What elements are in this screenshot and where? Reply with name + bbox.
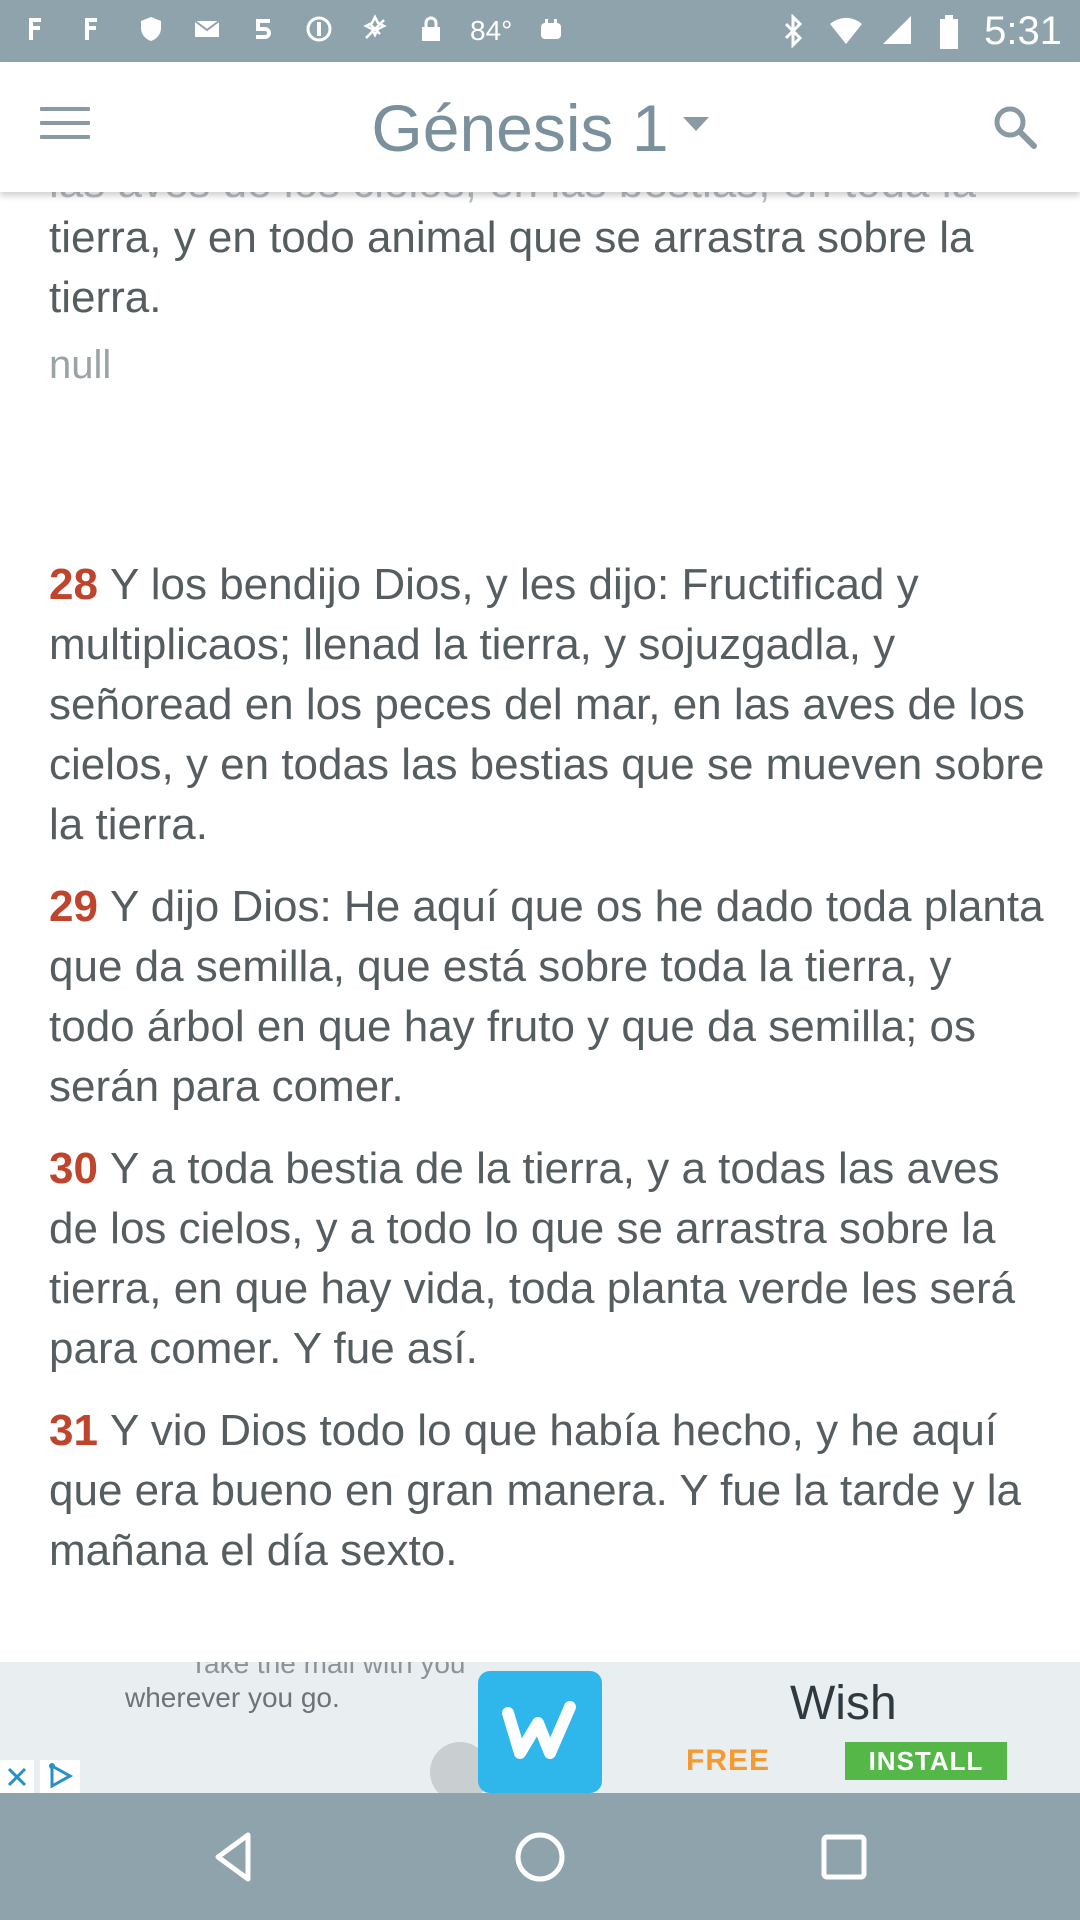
app-5-icon (246, 14, 280, 48)
status-time: 5:31 (984, 8, 1062, 53)
ad-close-button[interactable] (0, 1760, 34, 1793)
ad-caption-top: Take the mall with you (190, 1662, 466, 1679)
reader-content[interactable]: las aves de los cielos, en las bestias, … (0, 160, 1080, 1662)
wifi-icon (828, 14, 863, 48)
photos-icon (78, 14, 112, 48)
lock-icon (414, 14, 448, 48)
photos-icon (22, 14, 56, 48)
shield-icon (134, 14, 168, 48)
page-title: Génesis 1 (371, 91, 669, 165)
verse-text: Y a toda bestia de la tierra, y a todas … (49, 1144, 1016, 1373)
mail-icon (190, 14, 224, 48)
partial-verse-text: tierra, y en todo animal que se arrastra… (49, 213, 974, 322)
verse-text: Y dijo Dios: He aquí que os he dado toda… (49, 882, 1044, 1111)
navigation-bar (0, 1793, 1080, 1920)
ad-banner[interactable]: Take the mall with you wherever you go. … (0, 1662, 1080, 1793)
ad-choices-button[interactable] (40, 1760, 80, 1793)
wish-logo[interactable] (478, 1671, 602, 1793)
wish-w-icon (502, 1701, 576, 1759)
ad-free-label: FREE (686, 1744, 771, 1777)
status-bar: 84° 5:31 (0, 0, 1080, 62)
circle-info-icon (302, 14, 336, 48)
verse-text: Y los bendijo Dios, y les dijo: Fructifi… (49, 560, 1045, 849)
verse-number: 29 (49, 882, 98, 931)
verse[interactable]: 30 Y a toda bestia de la tierra, y a toda… (49, 1139, 1049, 1379)
verse-number: 31 (49, 1406, 98, 1455)
cellular-icon (880, 14, 914, 48)
back-button[interactable] (200, 1821, 272, 1893)
battery-icon (932, 14, 966, 49)
verse[interactable]: 31 Y vio Dios todo lo que había hecho, y … (49, 1401, 1049, 1581)
location-off-icon (358, 14, 392, 48)
close-icon (7, 1767, 27, 1787)
search-icon (994, 106, 1037, 149)
app-bar: Génesis 1 (0, 62, 1080, 192)
status-right-icons: 5:31 (776, 0, 1062, 62)
chevron-down-icon (682, 117, 709, 131)
home-button[interactable] (504, 1821, 576, 1893)
verse-number: 28 (49, 560, 98, 609)
ad-caption: wherever you go. (125, 1682, 340, 1713)
recents-icon (821, 1834, 867, 1880)
verse-text: Y vio Dios todo lo que había hecho, y he… (49, 1406, 1021, 1575)
ad-brand-name: Wish (790, 1677, 897, 1730)
android-icon (534, 14, 568, 48)
home-icon (515, 1832, 565, 1882)
verse-number: 30 (49, 1144, 98, 1193)
status-left-icons: 84° (22, 0, 568, 62)
chapter-selector[interactable]: Génesis 1 (0, 90, 1080, 166)
verse[interactable]: 29 Y dijo Dios: He aquí que os he dado to… (49, 877, 1049, 1117)
search-button[interactable] (990, 102, 1040, 152)
recents-button[interactable] (808, 1821, 880, 1893)
verse[interactable]: 28 Y los bendijo Dios, y les dijo: Fructi… (49, 555, 1049, 855)
ad-choices-icon (49, 1763, 74, 1789)
bluetooth-icon (776, 13, 810, 49)
temperature-text: 84° (470, 15, 513, 46)
null-label: null (49, 343, 112, 387)
back-icon (215, 1832, 251, 1882)
install-button[interactable]: INSTALL (845, 1742, 1007, 1780)
